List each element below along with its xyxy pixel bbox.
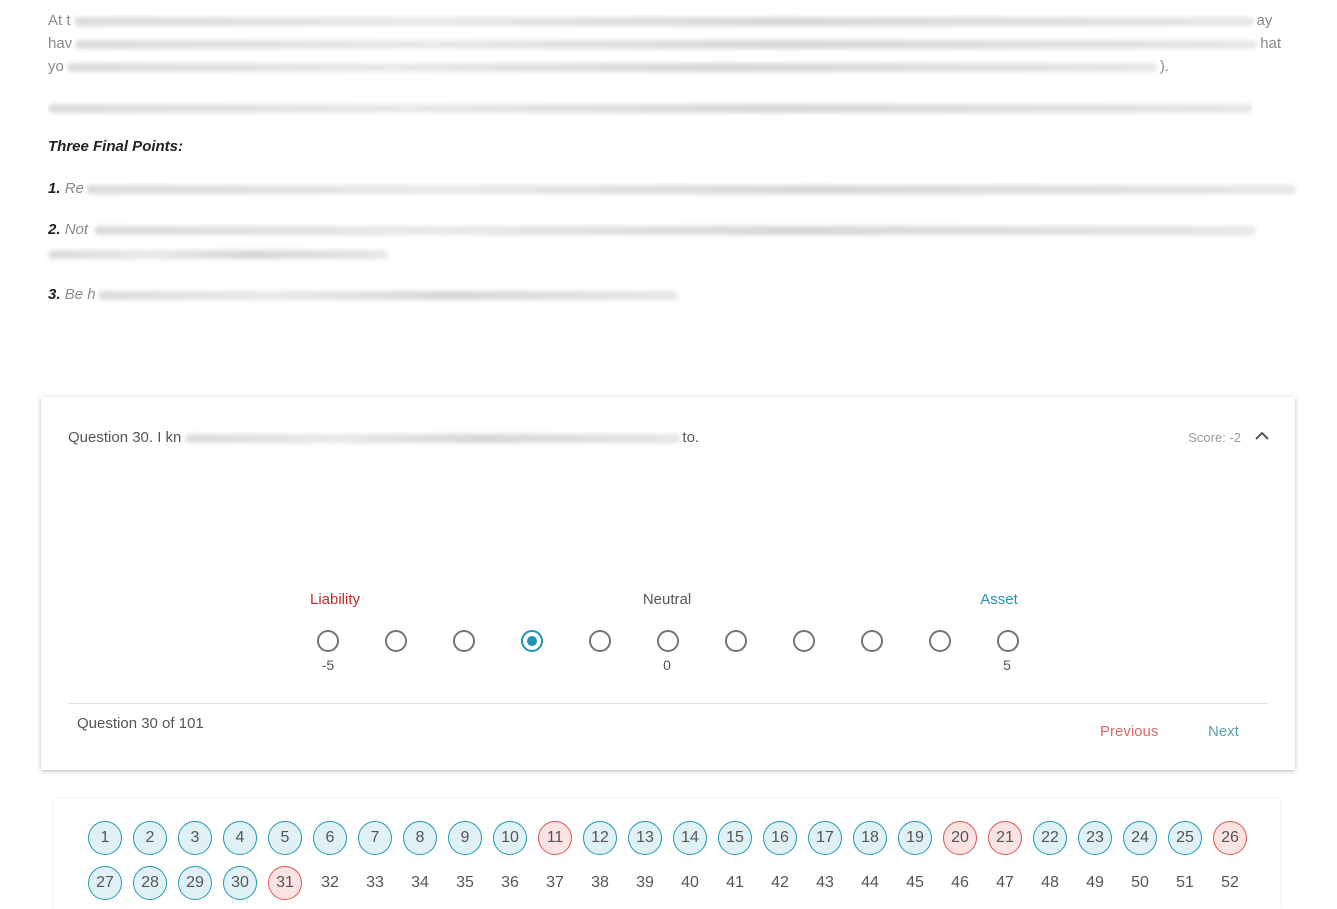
question-nav-button[interactable]: 13 [628,821,662,855]
question-nav-button[interactable]: 3 [178,821,212,855]
rating-radio[interactable] [929,630,951,652]
intro-text: At t [48,12,71,29]
section-title: Three Final Points: [48,138,184,155]
score-label: Score: -2 [1188,430,1241,445]
intro-text: hat [1260,35,1282,52]
question-nav-button[interactable]: 26 [1213,821,1247,855]
question-nav-button[interactable]: 21 [988,821,1022,855]
divider [68,703,1268,704]
rating-radio[interactable] [657,630,679,652]
question-text: Question 30. I kn [68,429,182,446]
question-nav-button[interactable]: 10 [493,821,527,855]
question-nav-button[interactable]: 4 [223,821,257,855]
intro-line: yo). [48,56,1169,78]
rating-radio[interactable] [453,630,475,652]
point-item: 3. Be h [48,284,678,306]
question-nav-button[interactable]: 23 [1078,821,1112,855]
intro-text: hav [48,35,73,52]
liability-label: Liability [309,591,361,608]
intro-line-blurred [48,97,1253,119]
previous-button[interactable]: Previous [1100,723,1158,740]
point-text: Re [64,180,84,197]
point-item-continued [48,243,388,265]
point-item: 1. Re [48,178,1296,200]
question-nav-button[interactable]: 25 [1168,821,1202,855]
question-nav-button[interactable]: 17 [808,821,842,855]
intro-text: yo [48,58,64,75]
question-title: Question 30. I kn to. [68,429,699,446]
rating-radio[interactable] [385,630,407,652]
question-nav-button[interactable]: 8 [403,821,437,855]
scale-max: 5 [1003,657,1011,673]
scale-mid: 0 [663,657,671,673]
question-navigator: 1 2 3 4 5 6 7 8 9 10 11 12 13 14 15 16 17 18 19 20 21 22 23 24 2… [54,799,1280,909]
question-nav-button[interactable]: 12 [583,821,617,855]
question-nav-button[interactable]: 2 [133,821,167,855]
chevron-up-icon[interactable] [1251,424,1273,446]
question-nav-button[interactable]: 16 [763,821,797,855]
neutral-label: Neutral [642,591,692,608]
question-nav-button[interactable]: 9 [448,821,482,855]
question-nav-button[interactable]: 11 [538,821,572,855]
question-nav-button[interactable]: 14 [673,821,707,855]
asset-label: Asset [980,591,1018,608]
point-number: 1. [48,180,61,197]
question-nav-button[interactable]: 20 [943,821,977,855]
intro-text: ). [1159,58,1170,75]
rating-radio[interactable] [997,630,1019,652]
question-nav-button[interactable]: 1 [88,821,122,855]
question-nav-button[interactable]: 7 [358,821,392,855]
rating-radio[interactable] [589,630,611,652]
rating-radio[interactable] [317,630,339,652]
point-number: 3. [48,286,61,303]
intro-text: ay [1256,12,1273,29]
point-text: Be h [64,286,96,303]
question-nav-button[interactable]: 19 [898,821,932,855]
rating-radio[interactable] [793,630,815,652]
next-button[interactable]: Next [1208,723,1239,740]
question-nav-button[interactable]: 15 [718,821,752,855]
question-nav-button[interactable]: 18 [853,821,887,855]
question-nav-button[interactable]: 5 [268,821,302,855]
rating-radio[interactable] [521,630,543,652]
rating-radio[interactable] [861,630,883,652]
question-card: Question 30. I kn to. Score: -2 Liability… [41,397,1295,770]
question-progress: Question 30 of 101 [77,715,204,732]
point-number: 2. [48,221,61,238]
intro-line: At t ay [48,10,1272,32]
question-nav-button[interactable]: 6 [313,821,347,855]
scale-min: -5 [321,657,335,673]
question-nav-button[interactable]: 22 [1033,821,1067,855]
rating-radio[interactable] [725,630,747,652]
point-text: Not [64,221,89,238]
question-text: to. [682,429,700,446]
point-item: 2. Not [48,219,1257,241]
intro-line: hav hat [48,33,1281,55]
question-nav-button[interactable]: 24 [1123,821,1157,855]
